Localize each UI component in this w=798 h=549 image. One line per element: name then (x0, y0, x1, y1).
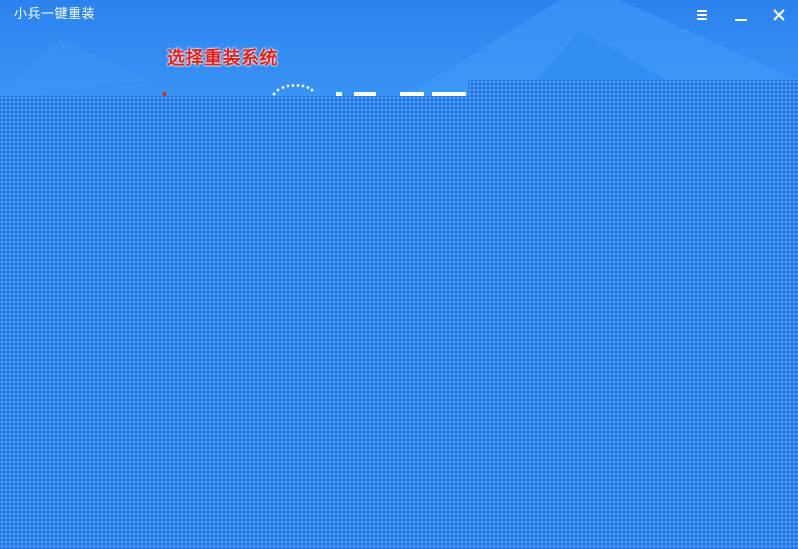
loading-overlay (0, 96, 798, 549)
menu-button[interactable] (689, 4, 715, 26)
close-icon (773, 9, 785, 21)
installer-window: 小兵一键重装 选择重装系统 (0, 0, 798, 549)
page-heading: 选择重装系统 (167, 48, 278, 69)
minimize-icon (735, 19, 747, 21)
close-button[interactable] (766, 4, 792, 26)
window-title: 小兵一键重装 (14, 7, 96, 22)
minimize-button[interactable] (728, 4, 754, 26)
menu-icon (697, 10, 707, 20)
loading-overlay (468, 80, 798, 96)
